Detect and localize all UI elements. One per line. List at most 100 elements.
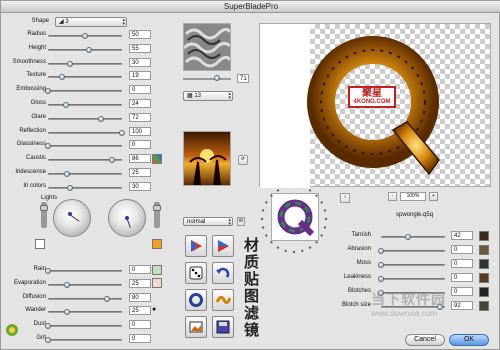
slider-value-field[interactable]: 0 — [129, 140, 151, 150]
slider-track[interactable] — [48, 295, 122, 302]
slider-value-field[interactable]: 25 — [129, 168, 151, 177]
ok-button[interactable]: OK — [449, 334, 489, 346]
slider-value-field[interactable]: 0 — [451, 259, 473, 268]
slider-knob[interactable] — [62, 102, 69, 108]
light-sphere-right[interactable] — [108, 199, 146, 237]
slider-value-field[interactable]: 0 — [129, 320, 151, 330]
slider-knob[interactable] — [45, 88, 51, 95]
rain-color-swatch[interactable] — [152, 265, 162, 275]
effect-color-swatch[interactable] — [479, 273, 489, 283]
slider-knob[interactable] — [59, 74, 66, 81]
tool-play-button[interactable] — [212, 235, 234, 257]
refresh-env-button[interactable]: ⟳ — [238, 155, 248, 165]
slider-value-field[interactable]: 0 — [451, 273, 473, 282]
slider-value-field[interactable]: 25 — [129, 306, 151, 316]
slider-track[interactable] — [48, 46, 122, 53]
zoom-out-button[interactable]: - — [388, 192, 397, 201]
slider-knob[interactable] — [63, 309, 70, 316]
texture-scale-slider[interactable] — [183, 75, 231, 81]
slider-track[interactable] — [45, 268, 122, 274]
environment-map-thumbnail[interactable] — [183, 131, 231, 186]
blend-w-button[interactable]: W — [237, 217, 245, 226]
slider-track[interactable] — [381, 234, 445, 240]
tool-image-button[interactable] — [185, 316, 207, 338]
texture-thumbnail[interactable] — [182, 23, 232, 71]
light-color-swatch-left[interactable] — [35, 239, 45, 249]
slider-track[interactable] — [48, 309, 122, 316]
light-left-slider[interactable] — [40, 202, 48, 228]
tool-dice-button[interactable] — [185, 262, 207, 284]
slider-track[interactable] — [378, 262, 445, 268]
tool-save-button[interactable] — [212, 316, 234, 338]
slider-value-field[interactable]: 86 — [129, 154, 151, 164]
blend-mode-select[interactable]: normal ▴ ▾ — [183, 217, 233, 227]
effect-color-swatch[interactable] — [479, 231, 489, 241]
slider-value-field[interactable]: 72 — [129, 112, 151, 122]
slider-track[interactable] — [48, 129, 125, 136]
cancel-button[interactable]: Cancel — [405, 334, 445, 346]
slider-knob[interactable] — [67, 184, 74, 191]
slider-knob[interactable] — [63, 281, 70, 288]
drop-icon[interactable]: ● — [152, 306, 156, 313]
slider-value-field[interactable]: 100 — [129, 126, 151, 136]
tool-wave-button[interactable] — [212, 289, 234, 311]
light-color-swatch-right[interactable] — [152, 239, 162, 249]
slider-track[interactable] — [48, 60, 122, 67]
slider-value-field[interactable]: 0 — [129, 334, 151, 343]
slider-value-field[interactable]: 30 — [129, 181, 151, 191]
caustic-color-swatch[interactable] — [152, 154, 162, 164]
tool-ring-button[interactable] — [185, 289, 207, 311]
texture-scale-value[interactable]: 71 — [237, 74, 249, 83]
slider-thumb[interactable] — [153, 205, 161, 211]
slider-value-field[interactable]: 0 — [451, 245, 473, 254]
slider-knob[interactable] — [104, 295, 111, 302]
light-sphere-left[interactable] — [53, 199, 91, 237]
slider-thumb[interactable] — [40, 205, 48, 211]
preview-canvas[interactable]: 聚星 4KONG.COM — [259, 23, 491, 188]
tool-arrow-button[interactable] — [185, 235, 207, 257]
slider-value-field[interactable]: 0 — [129, 265, 151, 274]
slider-track[interactable] — [48, 102, 122, 108]
slider-value-field[interactable]: 30 — [129, 57, 151, 67]
slider-knob[interactable] — [67, 60, 74, 67]
slider-knob[interactable] — [119, 129, 125, 136]
slider-knob[interactable] — [45, 143, 51, 150]
slider-value-field[interactable]: 50 — [129, 30, 151, 39]
slider-knob[interactable] — [45, 323, 51, 330]
texture-select[interactable]: ▦ 13 ▴ ▾ — [183, 91, 233, 101]
slider-track[interactable] — [45, 88, 122, 95]
slider-value-field[interactable]: 42 — [451, 231, 473, 240]
slider-track[interactable] — [378, 248, 445, 254]
slider-value-field[interactable]: 25 — [129, 278, 151, 288]
slider-track[interactable] — [45, 143, 122, 150]
slider-knob[interactable] — [85, 46, 92, 53]
evaporation-color-swatch[interactable] — [152, 278, 162, 288]
effect-color-swatch[interactable] — [479, 259, 489, 269]
slider-value-field[interactable]: 92 — [451, 301, 473, 310]
slider-knob[interactable] — [378, 276, 384, 282]
effect-color-swatch[interactable] — [479, 301, 489, 311]
slider-knob[interactable] — [378, 248, 384, 254]
slider-knob[interactable] — [404, 234, 411, 240]
effect-color-swatch[interactable] — [479, 245, 489, 255]
slider-value-field[interactable]: 19 — [129, 71, 151, 81]
slider-track[interactable] — [48, 157, 122, 164]
zoom-in-button[interactable]: + — [429, 192, 438, 201]
slider-knob[interactable] — [108, 157, 115, 164]
light-right-slider[interactable] — [153, 202, 161, 228]
slider-knob[interactable] — [213, 75, 220, 81]
slider-knob[interactable] — [378, 262, 384, 268]
info-button[interactable]: i — [340, 193, 350, 203]
slider-track[interactable] — [48, 74, 122, 81]
slider-track[interactable] — [48, 33, 122, 39]
slider-knob[interactable] — [63, 171, 70, 177]
slider-value-field[interactable]: 0 — [129, 85, 151, 95]
slider-track[interactable] — [48, 281, 122, 288]
slider-knob[interactable] — [98, 115, 105, 122]
slider-track[interactable] — [378, 276, 445, 282]
slider-value-field[interactable]: 0 — [451, 287, 473, 296]
slider-knob[interactable] — [82, 33, 88, 39]
tool-undo-button[interactable] — [212, 262, 234, 284]
effect-color-swatch[interactable] — [479, 287, 489, 297]
slider-track[interactable] — [45, 337, 122, 343]
